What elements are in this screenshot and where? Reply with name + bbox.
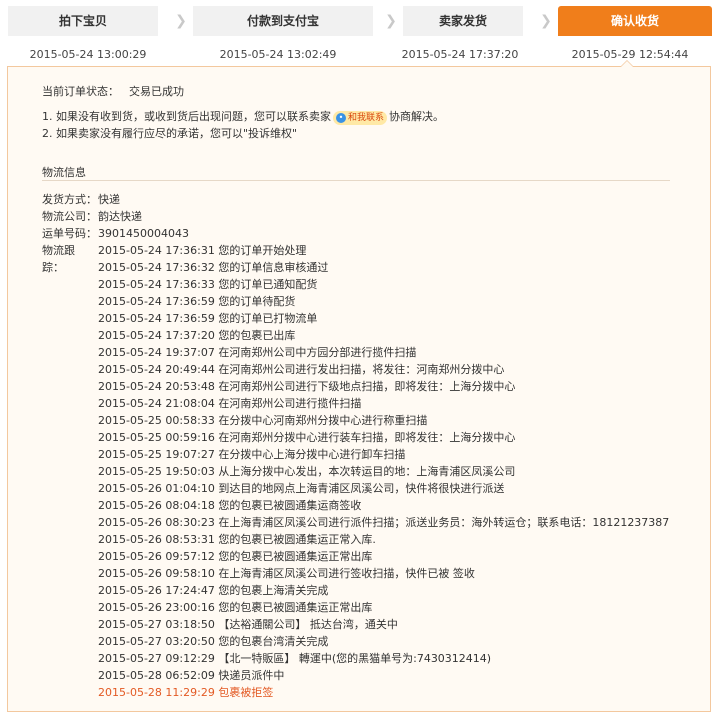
tracking-event: 2015-05-26 09:57:12 您的包裹已被圆通集运正常出库: [98, 550, 373, 563]
tracking-event: 2015-05-26 17:24:47 您的包裹上海清关完成: [98, 584, 329, 597]
order-status-label: 当前订单状态：: [42, 85, 119, 98]
step-time-pay: 2015-05-24 13:02:49: [219, 48, 337, 61]
field-value: 韵达快递: [98, 210, 142, 223]
tracking-event: 2015-05-24 19:37:07 在河南郑州公司中方园分部进行揽件扫描: [98, 346, 417, 359]
logistics-title: 物流信息: [42, 166, 86, 179]
step-seller-ship: 卖家发货: [403, 6, 523, 36]
tracking-number: 3901450004043: [98, 227, 189, 240]
tracking-event: 2015-05-24 17:37:20 您的包裹已出库: [98, 329, 296, 342]
step-place-order: 拍下宝贝: [8, 6, 158, 36]
tracking-label: 物流跟踪：: [42, 244, 75, 274]
tracking-event: 2015-05-27 03:20:50 您的包裹台湾清关完成: [98, 635, 329, 648]
tracking-event: 2015-05-24 20:53:48 在河南郑州公司进行下级地点扫描，即将发往…: [98, 380, 516, 393]
tracking-event: 2015-05-26 01:04:10 到达目的地网点上海青浦区凤溪公司，快件将…: [98, 482, 505, 495]
tracking-event: 2015-05-26 08:53:31 您的包裹已被圆通集运正常入库.: [98, 533, 376, 546]
order-status-value: 交易已成功: [129, 85, 184, 98]
tracking-event: 2015-05-26 09:58:10 在上海青浦区凤溪公司进行签收扫描，快件已…: [98, 567, 475, 580]
field-value: 快递: [98, 193, 120, 206]
step-times: 2015-05-24 13:00:29 2015-05-24 13:02:49 …: [8, 44, 712, 66]
field-label: 运单号码：: [42, 227, 97, 240]
tracking-event: 2015-05-26 23:00:16 您的包裹已被圆通集运正常出库: [98, 601, 373, 614]
step-time-ship: 2015-05-24 17:37:20: [401, 48, 519, 61]
tracking-event: 2015-05-27 09:12:29 【北一特販區】 轉運中(您的黑猫单号为:…: [98, 652, 492, 665]
tracking-event: 2015-05-28 06:52:09 快递员派件中: [98, 669, 285, 682]
chevron-right-icon: ❯: [540, 13, 552, 29]
chevron-right-icon: ❯: [175, 13, 187, 29]
tracking-event: 2015-05-24 17:36:33 您的订单已通知配货: [98, 278, 318, 291]
tracking-event: 2015-05-24 20:49:44 在河南郑州公司进行发出扫描，将发往：河南…: [98, 363, 505, 376]
step-pay-alipay: 付款到支付宝: [193, 6, 373, 36]
field-label: 物流公司：: [42, 210, 97, 223]
step-confirm-receipt: 确认收货: [558, 6, 712, 36]
tracking-event: 2015-05-26 08:04:18 您的包裹已被圆通集运商签收: [98, 499, 362, 512]
section-divider: [42, 180, 670, 181]
note-line-1: 1. 如果没有收到货，或收到货后出现问题，您可以联系卖家 • 和我联系 协商解决。: [42, 110, 445, 125]
tracking-event: 2015-05-24 17:36:59 您的订单已打物流单: [98, 312, 318, 325]
tracking-event: 2015-05-25 19:07:27 在分拨中心上海分拨中心进行卸车扫描: [98, 448, 406, 461]
contact-seller-button[interactable]: • 和我联系: [333, 111, 388, 125]
tracking-event: 2015-05-24 21:08:04 在河南郑州公司进行揽件扫描: [98, 397, 362, 410]
tracking-event: 2015-05-24 17:36:59 您的订单待配货: [98, 295, 296, 308]
tracking-event: 2015-05-25 00:59:16 在河南郑州分拨中心进行装车扫描，即将发往…: [98, 431, 516, 444]
tracking-list: 2015-05-24 17:36:31 您的订单开始处理 2015-05-24 1…: [98, 242, 688, 701]
field-label: 发货方式：: [42, 193, 97, 206]
tracking-event: 2015-05-28 11:29:29 包裹被拒签: [98, 686, 274, 699]
order-notes: 1. 如果没有收到货，或收到货后出现问题，您可以联系卖家 • 和我联系 协商解决。 2…: [42, 108, 444, 142]
tracking-event: 2015-05-24 17:36:32 您的订单信息审核通过: [98, 261, 329, 274]
tracking-event: 2015-05-24 17:36:31 您的订单开始处理: [98, 244, 307, 257]
tracking-event: 2015-05-27 03:18:50 【达裕通關公司】 抵达台湾，通关中: [98, 618, 398, 631]
tracking-event: 2015-05-25 00:58:33 在分拨中心河南郑州分拨中心进行称重扫描: [98, 414, 428, 427]
chevron-right-icon: ❯: [385, 13, 397, 29]
order-progress-steps: 拍下宝贝 ❯ 付款到支付宝 ❯ 卖家发货 ❯ 确认收货: [8, 6, 712, 44]
order-status: 当前订单状态： 交易已成功: [42, 83, 184, 99]
tracking-event: 2015-05-25 19:50:03 从上海分拨中心发出，本次转运目的地：上海…: [98, 465, 516, 478]
tracking-event: 2015-05-26 08:30:23 在上海青浦区凤溪公司进行派件扫描；派送业…: [98, 516, 670, 529]
chat-icon: •: [336, 113, 346, 123]
note-line-2: 2. 如果卖家没有履行应尽的承诺，您可以"投诉维权": [42, 127, 298, 140]
step-time-place-order: 2015-05-24 13:00:29: [29, 48, 147, 61]
